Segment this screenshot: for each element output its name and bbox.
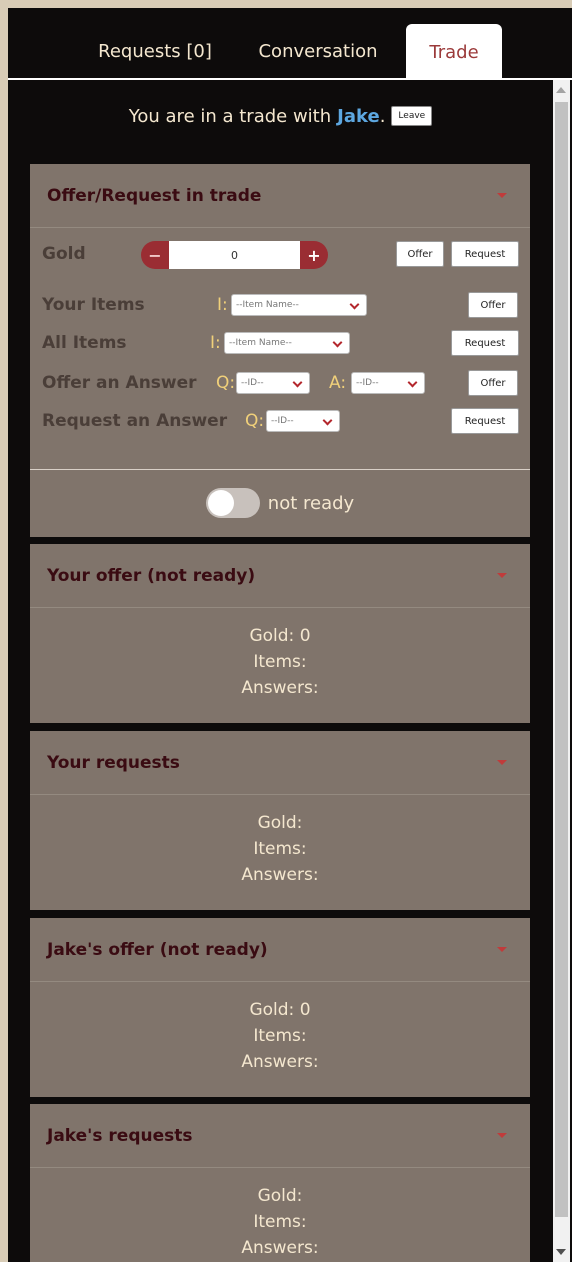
caret-down-icon[interactable] <box>497 1133 507 1138</box>
partner-name[interactable]: Jake <box>337 106 380 127</box>
offer-request-header[interactable]: Offer/Request in trade <box>30 164 530 228</box>
scrollbar-thumb[interactable] <box>555 102 568 1217</box>
your-requests-header[interactable]: Your requests <box>30 731 530 795</box>
offer-answer-select[interactable]: --ID-- <box>351 372 425 394</box>
all-items-row: All Items I: --Item Name-- Request <box>30 330 530 360</box>
your-requests-summary: Gold: Items: Answers: <box>30 795 530 888</box>
panel-title: Your requests <box>47 752 180 773</box>
gold-input[interactable]: 0 <box>169 241 300 269</box>
select-value: --ID-- <box>241 378 264 388</box>
gold-request-button[interactable]: Request <box>451 241 519 267</box>
caret-down-icon[interactable] <box>497 573 507 578</box>
gold-label: Gold <box>42 244 86 264</box>
leave-button[interactable]: Leave <box>391 106 433 126</box>
trade-status-period: . <box>379 105 386 127</box>
summary-gold: Gold: <box>257 1186 303 1206</box>
trade-status-text: You are in a trade with <box>128 105 332 127</box>
answer-prefix: A: <box>329 373 347 393</box>
summary-gold: Gold: 0 <box>249 626 311 646</box>
caret-down-icon[interactable] <box>497 193 507 198</box>
trade-window: Requests [0] Conversation Trade You are … <box>8 8 572 1262</box>
your-items-row: Your Items I: --Item Name-- Offer <box>30 292 530 322</box>
your-items-offer-button[interactable]: Offer <box>468 292 518 318</box>
panel-title: Offer/Request in trade <box>47 185 262 206</box>
offer-request-panel: Offer/Request in trade Gold − 0 + Offer … <box>30 164 530 537</box>
tab-conversation[interactable]: Conversation <box>248 24 388 78</box>
trade-status: You are in a trade with Jake. Leave <box>8 102 553 130</box>
question-prefix: Q: <box>245 411 265 431</box>
select-value: --ID-- <box>356 378 379 388</box>
gold-offer-button[interactable]: Offer <box>396 241 444 267</box>
scroll-down-icon[interactable] <box>556 1249 566 1255</box>
item-prefix: I: <box>210 333 221 353</box>
summary-items: Items: <box>253 839 307 859</box>
offer-question-select[interactable]: --ID-- <box>236 372 310 394</box>
scrollbar[interactable] <box>553 80 570 1262</box>
summary-answers: Answers: <box>241 1052 319 1072</box>
summary-gold: Gold: 0 <box>249 1000 311 1020</box>
offer-answer-label: Offer an Answer <box>42 373 197 393</box>
summary-answers: Answers: <box>241 1238 319 1258</box>
your-offer-panel: Your offer (not ready) Gold: 0 Items: An… <box>30 544 530 723</box>
caret-down-icon[interactable] <box>497 760 507 765</box>
summary-items: Items: <box>253 1026 307 1046</box>
trade-content: You are in a trade with Jake. Leave Offe… <box>8 80 553 1262</box>
your-items-label: Your Items <box>42 295 145 315</box>
minus-icon[interactable]: − <box>141 241 169 269</box>
plus-icon[interactable]: + <box>300 241 328 269</box>
scroll-up-icon[interactable] <box>556 87 566 93</box>
gold-stepper[interactable]: − 0 + <box>141 241 328 269</box>
partner-requests-panel: Jake's requests Gold: Items: Answers: <box>30 1104 530 1262</box>
summary-answers: Answers: <box>241 865 319 885</box>
all-items-request-button[interactable]: Request <box>451 330 519 356</box>
all-items-select[interactable]: --Item Name-- <box>224 332 350 354</box>
summary-items: Items: <box>253 1212 307 1232</box>
your-offer-header[interactable]: Your offer (not ready) <box>30 544 530 608</box>
partner-requests-header[interactable]: Jake's requests <box>30 1104 530 1168</box>
request-answer-button[interactable]: Request <box>451 408 519 434</box>
partner-offer-header[interactable]: Jake's offer (not ready) <box>30 918 530 982</box>
all-items-label: All Items <box>42 333 127 353</box>
partner-offer-summary: Gold: 0 Items: Answers: <box>30 982 530 1075</box>
chevron-down-icon <box>332 337 343 348</box>
your-items-select[interactable]: --Item Name-- <box>231 294 367 316</box>
tab-trade[interactable]: Trade <box>406 24 502 80</box>
chevron-down-icon <box>322 415 333 426</box>
ready-status: not ready <box>267 492 355 514</box>
gold-row: Gold − 0 + Offer Request <box>30 241 530 271</box>
panel-title: Jake's requests <box>47 1125 193 1146</box>
caret-down-icon[interactable] <box>497 947 507 952</box>
chevron-down-icon <box>349 299 360 310</box>
request-answer-row: Request an Answer Q: --ID-- Request <box>30 408 530 438</box>
item-prefix: I: <box>217 295 228 315</box>
offer-answer-button[interactable]: Offer <box>468 370 518 396</box>
select-value: --Item Name-- <box>229 338 292 348</box>
panel-title: Jake's offer (not ready) <box>47 939 268 960</box>
your-requests-panel: Your requests Gold: Items: Answers: <box>30 731 530 910</box>
tab-bar: Requests [0] Conversation Trade <box>8 8 572 80</box>
summary-answers: Answers: <box>241 678 319 698</box>
offer-answer-row: Offer an Answer Q: --ID-- A: --ID-- Offe… <box>30 370 530 400</box>
partner-requests-summary: Gold: Items: Answers: <box>30 1168 530 1261</box>
tab-requests[interactable]: Requests [0] <box>90 24 220 78</box>
select-value: --Item Name-- <box>236 300 299 310</box>
ready-area: not ready <box>30 469 530 536</box>
ready-toggle[interactable] <box>205 488 260 518</box>
your-offer-summary: Gold: 0 Items: Answers: <box>30 608 530 701</box>
select-value: --ID-- <box>271 416 294 426</box>
chevron-down-icon <box>407 377 418 388</box>
request-answer-label: Request an Answer <box>42 411 228 431</box>
question-prefix: Q: <box>216 373 236 393</box>
panel-title: Your offer (not ready) <box>47 565 256 586</box>
request-question-select[interactable]: --ID-- <box>266 410 340 432</box>
toggle-knob[interactable] <box>207 490 234 516</box>
partner-offer-panel: Jake's offer (not ready) Gold: 0 Items: … <box>30 918 530 1097</box>
summary-items: Items: <box>253 652 307 672</box>
summary-gold: Gold: <box>257 813 303 833</box>
chevron-down-icon <box>292 377 303 388</box>
